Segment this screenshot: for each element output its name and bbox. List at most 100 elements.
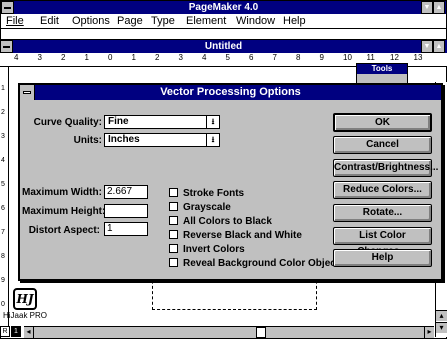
- contrast-brightness-button[interactable]: Contrast/Brightness...: [333, 159, 438, 177]
- maximize-icon[interactable]: ▲: [433, 1, 445, 14]
- checkbox-box[interactable]: [169, 258, 178, 267]
- horizontal-scrollbar[interactable]: ◂ ▸: [24, 326, 434, 338]
- distort-aspect-label: Distort Aspect:: [28, 225, 100, 236]
- ruler-number: 7: [272, 53, 277, 62]
- ruler-number: 3: [178, 53, 183, 62]
- reduce-colors-button[interactable]: Reduce Colors...: [333, 181, 432, 199]
- minimize-icon[interactable]: ▼: [421, 1, 433, 14]
- menu-help-label: Help: [283, 15, 306, 27]
- scroll-down-arrow-icon[interactable]: ▾: [436, 322, 447, 333]
- grayscale-label: Grayscale: [183, 202, 231, 213]
- menu-page-label: Page: [117, 15, 143, 27]
- ruler-number: 2: [155, 53, 160, 62]
- reverse-bw-label: Reverse Black and White: [183, 230, 302, 241]
- all-colors-to-black-checkbox[interactable]: All Colors to Black: [169, 216, 272, 227]
- page-icon-r[interactable]: R: [0, 326, 10, 337]
- menu-edit-label: Edit: [40, 15, 59, 27]
- checkbox-box[interactable]: [169, 244, 178, 253]
- menu-file-label: File: [6, 15, 24, 27]
- units-value: Inches: [108, 134, 140, 145]
- ruler-number: 3: [37, 53, 42, 62]
- all-colors-to-black-label: All Colors to Black: [183, 216, 272, 227]
- max-width-field[interactable]: 2.667: [104, 185, 148, 199]
- menu-type-label: Type: [151, 15, 175, 27]
- menu-element-label: Element: [186, 15, 227, 27]
- ruler-number: 10: [343, 53, 352, 62]
- checkbox-box[interactable]: [169, 230, 178, 239]
- dropdown-arrow-icon[interactable]: ⭳: [206, 134, 219, 146]
- tools-palette-title: Tools: [357, 64, 407, 74]
- help-button[interactable]: Help: [333, 249, 432, 267]
- menu-options-label: Options: [72, 15, 110, 27]
- scroll-right-arrow-icon[interactable]: ▸: [424, 327, 434, 338]
- ruler-number: 11: [366, 53, 375, 62]
- ruler-number: 1: [84, 53, 89, 62]
- menu-window[interactable]: Window: [236, 15, 275, 27]
- rotate-button[interactable]: Rotate...: [333, 204, 432, 222]
- vruler-number: 6: [1, 205, 5, 212]
- cancel-button[interactable]: Cancel: [333, 136, 432, 154]
- list-color-changes-button[interactable]: List Color Changes...: [333, 227, 432, 257]
- ruler-number: 9: [319, 53, 324, 62]
- max-height-field[interactable]: [104, 204, 148, 218]
- reverse-bw-checkbox[interactable]: Reverse Black and White: [169, 230, 302, 241]
- stroke-fonts-label: Stroke Fonts: [183, 188, 245, 199]
- menu-page[interactable]: Page: [117, 15, 143, 27]
- menu-element[interactable]: Element: [186, 15, 226, 27]
- app-titlebar[interactable]: PageMaker 4.0 ▼ ▲: [1, 1, 446, 14]
- ruler-number: 8: [296, 53, 301, 62]
- document-title: Untitled: [204, 41, 243, 52]
- curve-quality-label: Curve Quality:: [33, 117, 102, 128]
- scroll-left-arrow-icon[interactable]: ◂: [24, 327, 34, 338]
- ruler-number: 4: [202, 53, 207, 62]
- invert-colors-checkbox[interactable]: Invert Colors: [169, 244, 245, 255]
- document-titlebar[interactable]: Untitled ▼ ▲: [0, 40, 447, 53]
- hijaak-label: HiJaak PRO: [3, 311, 48, 320]
- grayscale-checkbox[interactable]: Grayscale: [169, 202, 231, 213]
- distort-aspect-field[interactable]: 1: [104, 222, 148, 236]
- vruler-number: 3: [1, 133, 5, 140]
- ruler-number: 1: [131, 53, 136, 62]
- page-icons: R 1: [0, 326, 24, 338]
- dialog-title: Vector Processing Options: [160, 86, 301, 98]
- vruler-number: 7: [1, 229, 5, 236]
- app-title: PageMaker 4.0: [188, 2, 259, 13]
- menu-options[interactable]: Options: [72, 15, 110, 27]
- checkbox-box[interactable]: [169, 202, 178, 211]
- invert-colors-label: Invert Colors: [183, 244, 245, 255]
- menu-help[interactable]: Help: [283, 15, 306, 27]
- document-minimize-icon[interactable]: ▼: [421, 40, 433, 53]
- menu-window-label: Window: [236, 15, 276, 27]
- checkbox-box[interactable]: [169, 188, 178, 197]
- reveal-background-label: Reveal Background Color Objects: [183, 258, 345, 269]
- menu-file[interactable]: File: [6, 15, 24, 27]
- ruler-number: 6: [249, 53, 254, 62]
- page-icon-1[interactable]: 1: [11, 326, 21, 337]
- ruler-number: 12: [390, 53, 399, 62]
- curve-quality-select[interactable]: Fine ⭳: [104, 115, 220, 129]
- ruler-number: 13: [413, 53, 423, 62]
- max-height-label: Maximum Height:: [22, 206, 106, 217]
- stroke-fonts-checkbox[interactable]: Stroke Fonts: [169, 188, 244, 199]
- ruler-number: 0: [108, 53, 113, 62]
- vruler-number: 5: [1, 181, 5, 188]
- vruler-number: 1: [1, 85, 5, 92]
- vruler-number: 4: [1, 157, 5, 164]
- dialog-titlebar[interactable]: Vector Processing Options: [20, 85, 441, 100]
- units-select[interactable]: Inches ⭳: [104, 133, 220, 147]
- document-maximize-icon[interactable]: ▲: [433, 40, 445, 53]
- scroll-up-arrow-icon[interactable]: ▴: [436, 310, 447, 321]
- vector-processing-dialog: Vector Processing Options Curve Quality:…: [18, 83, 443, 281]
- hijaak-icon[interactable]: HJ HiJaak PRO: [3, 288, 47, 324]
- menu-type[interactable]: Type: [151, 15, 175, 27]
- dropdown-arrow-icon[interactable]: ⭳: [206, 116, 219, 128]
- menubar: File Edit Options Page Type Element Wind…: [1, 14, 446, 29]
- horizontal-scroll-thumb[interactable]: [256, 327, 266, 338]
- checkbox-box[interactable]: [169, 216, 178, 225]
- curve-quality-value: Fine: [108, 116, 129, 127]
- ok-button[interactable]: OK: [333, 113, 432, 132]
- menu-edit[interactable]: Edit: [40, 15, 59, 27]
- max-width-label: Maximum Width:: [22, 187, 102, 198]
- vruler-number: 2: [1, 109, 5, 116]
- reveal-background-checkbox[interactable]: Reveal Background Color Objects: [169, 258, 345, 269]
